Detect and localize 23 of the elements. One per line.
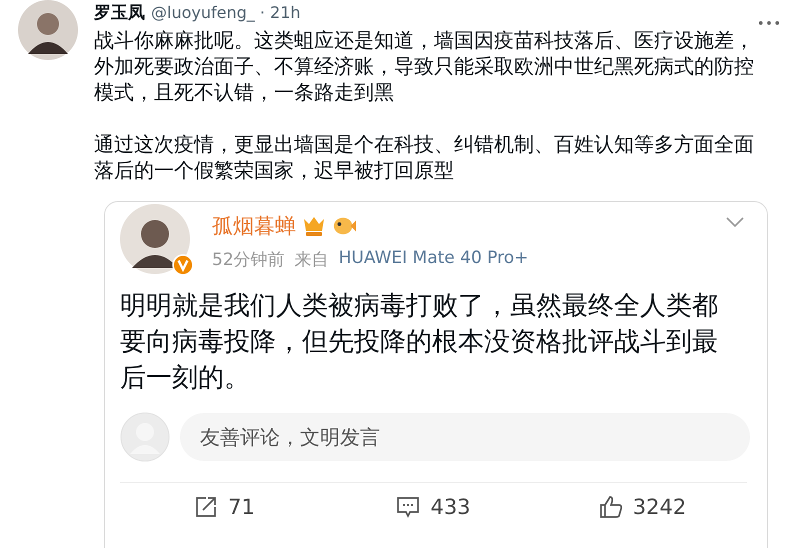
comment-field[interactable]: 友善评论，文明发言 [180,413,750,461]
action-count: 3242 [632,495,686,519]
post-text: 明明就是我们人类被病毒打败了，虽然最终全人类都要向病毒投降，但先投降的根本没资格批评战斗到最后一刻的。 [120,290,719,395]
avatar-icon [18,0,78,60]
source-link[interactable]: HUAWEI Mate 40 Pro+ [338,248,528,271]
action-count: 71 [228,495,255,519]
comment-icon[interactable] [396,495,420,519]
action-count: 433 [430,495,471,519]
handle-and-time: @luoyufeng_ · 21h [151,3,301,22]
user-avatar-icon [120,412,170,462]
chevron-down-icon[interactable] [725,216,745,228]
share-icon[interactable] [194,495,218,519]
tweet-text: 战斗你麻麻批呢。这类蛆应还是知道，墙国因疫苗科技落后、医疗设施差，外加死要政治面子、不算经济账，导致只能采取欧洲中世纪黑死病式的防控模式，且死不认错，一条路走到黑 [94,27,755,105]
author-name[interactable]: 罗玉凤 [94,1,145,24]
post-time: 52分钟前 [212,249,285,271]
quoted-post-card[interactable]: 孤烟暮蝉 52分钟前 来自 HUAWEI Mate 40 Pro+ 明明就是我们人类被病毒打败了，虽然最终全人类都要向病毒投降，但先投降的根本没资格批评战斗到最后一刻的。 友善评论，文明发言 71 433 3242 [104,201,768,548]
fish-icon [332,215,356,237]
tweet-text: 通过这次疫情，更显出墙国是个在科技、纠错机制、百姓认知等多方面全面落后的一个假繁荣国家，迟早被打回原型 [94,131,755,183]
source-label: 来自 [294,249,329,271]
more-icon[interactable] [758,20,780,26]
medal-icon [302,215,326,237]
thumbs-up-icon[interactable] [598,495,623,519]
avatar-icon [120,204,190,274]
